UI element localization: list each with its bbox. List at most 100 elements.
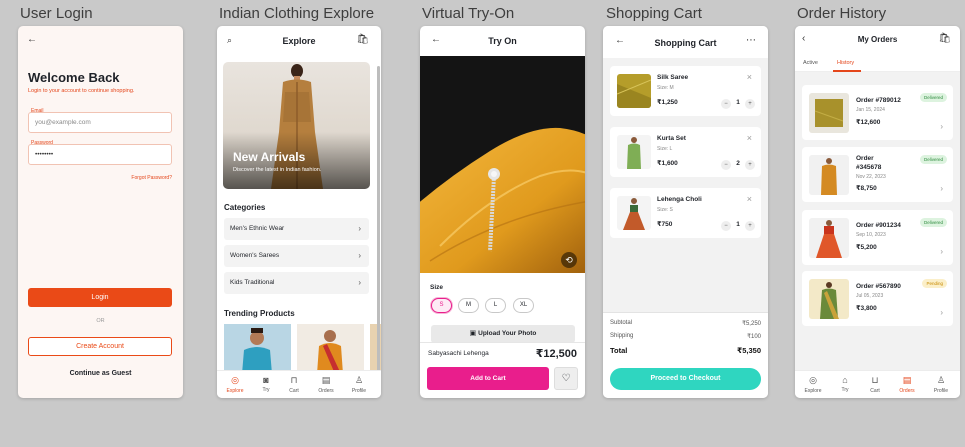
size-s-chip[interactable]: S <box>431 298 452 313</box>
cart-icon: ⊔ <box>871 375 879 385</box>
cart-item[interactable]: Lehenga Choli Size: S ₹750 × − 1 + <box>610 188 761 238</box>
categories-heading: Categories <box>224 203 266 212</box>
order-id-number: #345678 <box>856 164 882 171</box>
chevron-right-icon: › <box>358 224 361 233</box>
tab-try[interactable]: ◙ Try <box>251 375 281 393</box>
category-mens-ethnic[interactable]: Men's Ethnic Wear › <box>224 218 369 240</box>
chevron-right-icon: › <box>940 184 943 193</box>
decrement-button[interactable]: − <box>721 160 731 170</box>
tab-history[interactable]: History <box>837 60 854 66</box>
decrement-button[interactable]: − <box>721 221 731 231</box>
category-kids-traditional[interactable]: Kids Traditional › <box>224 272 369 294</box>
checkout-button[interactable]: Proceed to Checkout <box>610 368 761 390</box>
receipt-icon: ▤ <box>321 375 331 385</box>
subtotal-row: Subtotal ₹5,250 <box>610 320 761 327</box>
chevron-right-icon: › <box>358 278 361 287</box>
bag-icon: ⊓ <box>290 375 298 385</box>
tab-label: Explore <box>804 388 822 394</box>
order-card[interactable]: Order #901234 Sep 10, 2023 ₹5,200 Delive… <box>802 210 953 265</box>
tab-try[interactable]: ⌂ Try <box>830 375 860 393</box>
remove-icon[interactable]: × <box>747 72 752 82</box>
hero-banner[interactable]: New Arrivals Discover the latest in Indi… <box>223 62 370 189</box>
tryon-preview[interactable]: ⟲ <box>420 56 585 273</box>
size-xl-chip[interactable]: XL <box>513 298 534 313</box>
create-account-button[interactable]: Create Account <box>28 337 172 356</box>
order-id: Order #901234 <box>856 222 901 229</box>
tab-cart[interactable]: ⊔ Cart <box>860 375 890 394</box>
login-screen: ← Welcome Back Login to your account to … <box>18 26 183 398</box>
tab-label: Orders <box>899 388 915 394</box>
email-field[interactable]: you@example.com <box>28 112 172 133</box>
cart-screen: ← Shopping Cart ⋯ Silk Saree Size: M ₹1,… <box>603 26 768 398</box>
total-row: Total ₹5,350 <box>610 346 761 355</box>
receipt-icon: ▤ <box>902 375 912 385</box>
category-womens-sarees[interactable]: Women's Sarees › <box>224 245 369 267</box>
tab-label: Profile <box>351 388 367 394</box>
item-price: ₹750 <box>657 221 673 228</box>
tab-label: Cart <box>289 388 299 394</box>
tab-active[interactable]: Active <box>803 60 818 66</box>
user-icon: ♙ <box>354 375 364 385</box>
item-size: Size: M <box>657 85 674 91</box>
item-price: ₹1,250 <box>657 99 678 106</box>
continue-guest-link[interactable]: Continue as Guest <box>18 370 183 377</box>
order-thumbnail <box>809 155 849 195</box>
tryon-screen: ← Try On ⟲ Size S M L XL ▣ Upload Your P… <box>420 26 585 398</box>
item-qty: 2 <box>736 160 740 167</box>
order-card[interactable]: Order #789012 Jan 15, 2024 ₹12,600 Deliv… <box>802 85 953 140</box>
upload-label: Upload Your Photo <box>478 330 537 337</box>
cart-title: Shopping Cart <box>654 38 717 48</box>
compass-icon: ◎ <box>231 375 239 385</box>
order-card[interactable]: Order #345678 Nov 22, 2023 ₹8,750 Delive… <box>802 147 953 202</box>
order-card[interactable]: Order #567890 Jul 05, 2023 ₹3,800 Pendin… <box>802 271 953 326</box>
status-badge: Pending <box>922 279 947 288</box>
tab-label: Explore <box>226 388 244 394</box>
shipping-value: ₹100 <box>747 334 761 340</box>
trending-product-card[interactable] <box>224 324 291 374</box>
size-m-chip[interactable]: M <box>458 298 479 313</box>
order-date: Jul 05, 2023 <box>856 293 884 299</box>
increment-button[interactable]: + <box>745 221 755 231</box>
login-button[interactable]: Login <box>28 288 172 307</box>
forgot-password-link[interactable]: Forgot Password? <box>131 175 172 181</box>
trending-product-card[interactable] <box>297 324 364 374</box>
order-id: Order #789012 <box>856 97 901 104</box>
order-id: Order <box>856 155 874 162</box>
decrement-button[interactable]: − <box>721 99 731 109</box>
tab-profile[interactable]: ♙ Profile <box>926 375 956 394</box>
tab-explore[interactable]: ◎ Explore <box>220 375 250 394</box>
remove-icon[interactable]: × <box>747 194 752 204</box>
bag-icon[interactable]: 🛍 <box>356 35 369 45</box>
add-to-cart-button[interactable]: Add to Cart <box>427 367 549 390</box>
arrow-left-icon[interactable]: ← <box>27 35 37 45</box>
cart-item[interactable]: Silk Saree Size: M ₹1,250 × − 1 + <box>610 66 761 116</box>
remove-icon[interactable]: × <box>747 133 752 143</box>
size-l-chip[interactable]: L <box>485 298 506 313</box>
tab-cart[interactable]: ⊓ Cart <box>279 375 309 394</box>
order-id: Order #567890 <box>856 283 901 290</box>
more-icon[interactable]: ⋯ <box>746 36 756 46</box>
tab-explore[interactable]: ◎ Explore <box>798 375 828 394</box>
product-thumbnail <box>617 135 651 169</box>
increment-button[interactable]: + <box>745 160 755 170</box>
tab-profile[interactable]: ♙ Profile <box>344 375 374 394</box>
password-field[interactable]: •••••••• <box>28 144 172 165</box>
tab-orders[interactable]: ▤ Orders <box>311 375 341 394</box>
order-thumbnail <box>809 93 849 133</box>
order-date: Sep 10, 2023 <box>856 232 886 238</box>
increment-button[interactable]: + <box>745 99 755 109</box>
tab-label: Try <box>841 387 849 393</box>
tryon-title: Try On <box>488 36 517 46</box>
status-badge: Delivered <box>919 93 947 102</box>
tab-orders[interactable]: ▤ Orders <box>892 375 922 394</box>
rotate-icon[interactable]: ⟲ <box>561 252 577 268</box>
cart-item[interactable]: Kurta Set Size: L ₹1,600 × − 2 + <box>610 127 761 177</box>
order-date: Jan 15, 2024 <box>856 107 885 113</box>
camera-icon: ◙ <box>263 375 269 385</box>
scrollbar[interactable] <box>377 66 380 396</box>
upload-photo-button[interactable]: ▣ Upload Your Photo <box>431 325 575 343</box>
bag-icon[interactable]: 🛍 <box>938 34 951 44</box>
wishlist-heart-icon[interactable]: ♡ <box>554 367 578 390</box>
fabric-preview-image <box>420 127 585 273</box>
tab-label: Try <box>262 387 270 393</box>
